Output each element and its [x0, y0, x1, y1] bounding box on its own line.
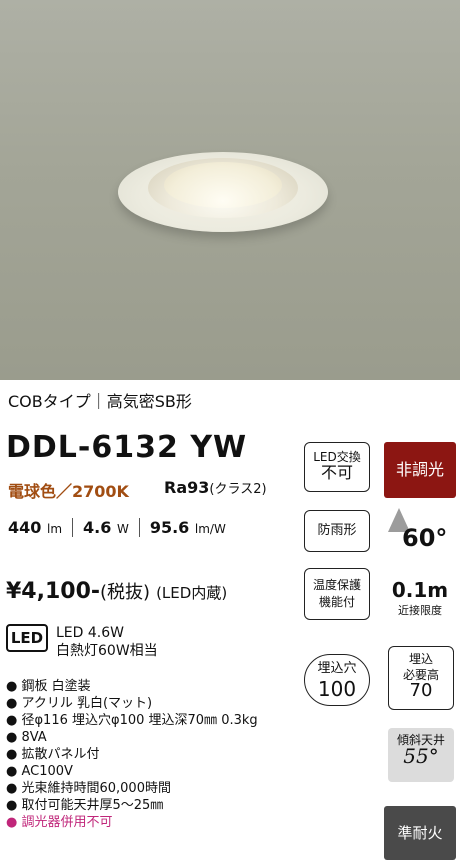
- led-badge: LED: [6, 624, 48, 652]
- model-number: DDL-6132 YW: [6, 430, 248, 465]
- lumen-spec: 440 lm: [8, 518, 63, 537]
- color-rendering: Ra93(クラス2): [164, 478, 267, 497]
- efficacy-spec: 95.6 lm/W: [138, 518, 236, 537]
- led-spec: LED 4.6W 白熱灯60W相当: [56, 625, 158, 659]
- led-replace-badge: LED交換 不可: [304, 442, 370, 492]
- price: ¥4,100-(税抜) (LED内蔵): [6, 579, 228, 604]
- list-item: ● アクリル 乳白(マット): [6, 696, 153, 711]
- thermal-protection-badge: 温度保護 機能付: [304, 568, 370, 620]
- beam-angle-badge: 60°: [384, 506, 456, 566]
- list-item: ● 8VA: [6, 730, 47, 745]
- list-item: ● 光束維持時間60,000時間: [6, 781, 171, 796]
- list-item: ● 取付可能天井厚5～25㎜: [6, 798, 164, 813]
- list-item: ● AC100V: [6, 764, 73, 779]
- non-dimming-badge: 非調光: [384, 442, 456, 498]
- feature-list: ● 鋼板 白塗装 ● アクリル 乳白(マット) ● 径φ116 埋込穴φ100 …: [6, 678, 258, 831]
- color-temperature: 電球色／2700K: [8, 482, 129, 501]
- hole-size-badge: 埋込穴 100: [304, 654, 370, 706]
- list-item: ● 径φ116 埋込穴φ100 埋込深70㎜ 0.3kg: [6, 713, 258, 728]
- rainproof-badge: 防雨形: [304, 510, 370, 552]
- list-item: ● 調光器併用不可: [6, 815, 113, 830]
- watt-spec: 4.6 W: [72, 518, 139, 537]
- product-category: COBタイプ｜高気密SB形: [8, 392, 192, 411]
- tilt-ceiling-badge: 傾斜天井 55°: [388, 728, 454, 782]
- spec-row: 440 lm 4.6 W 95.6 lm/W: [6, 518, 236, 537]
- proximity-limit-badge: 0.1m 近接限度: [391, 578, 449, 617]
- embed-height-badge: 埋込 必要高 70: [388, 646, 454, 710]
- downlight-diffuser: [164, 162, 282, 208]
- fireproof-badge: 準耐火: [384, 806, 456, 860]
- list-item: ● 拡散パネル付: [6, 747, 100, 762]
- product-photo: [0, 0, 460, 380]
- list-item: ● 鋼板 白塗装: [6, 679, 91, 694]
